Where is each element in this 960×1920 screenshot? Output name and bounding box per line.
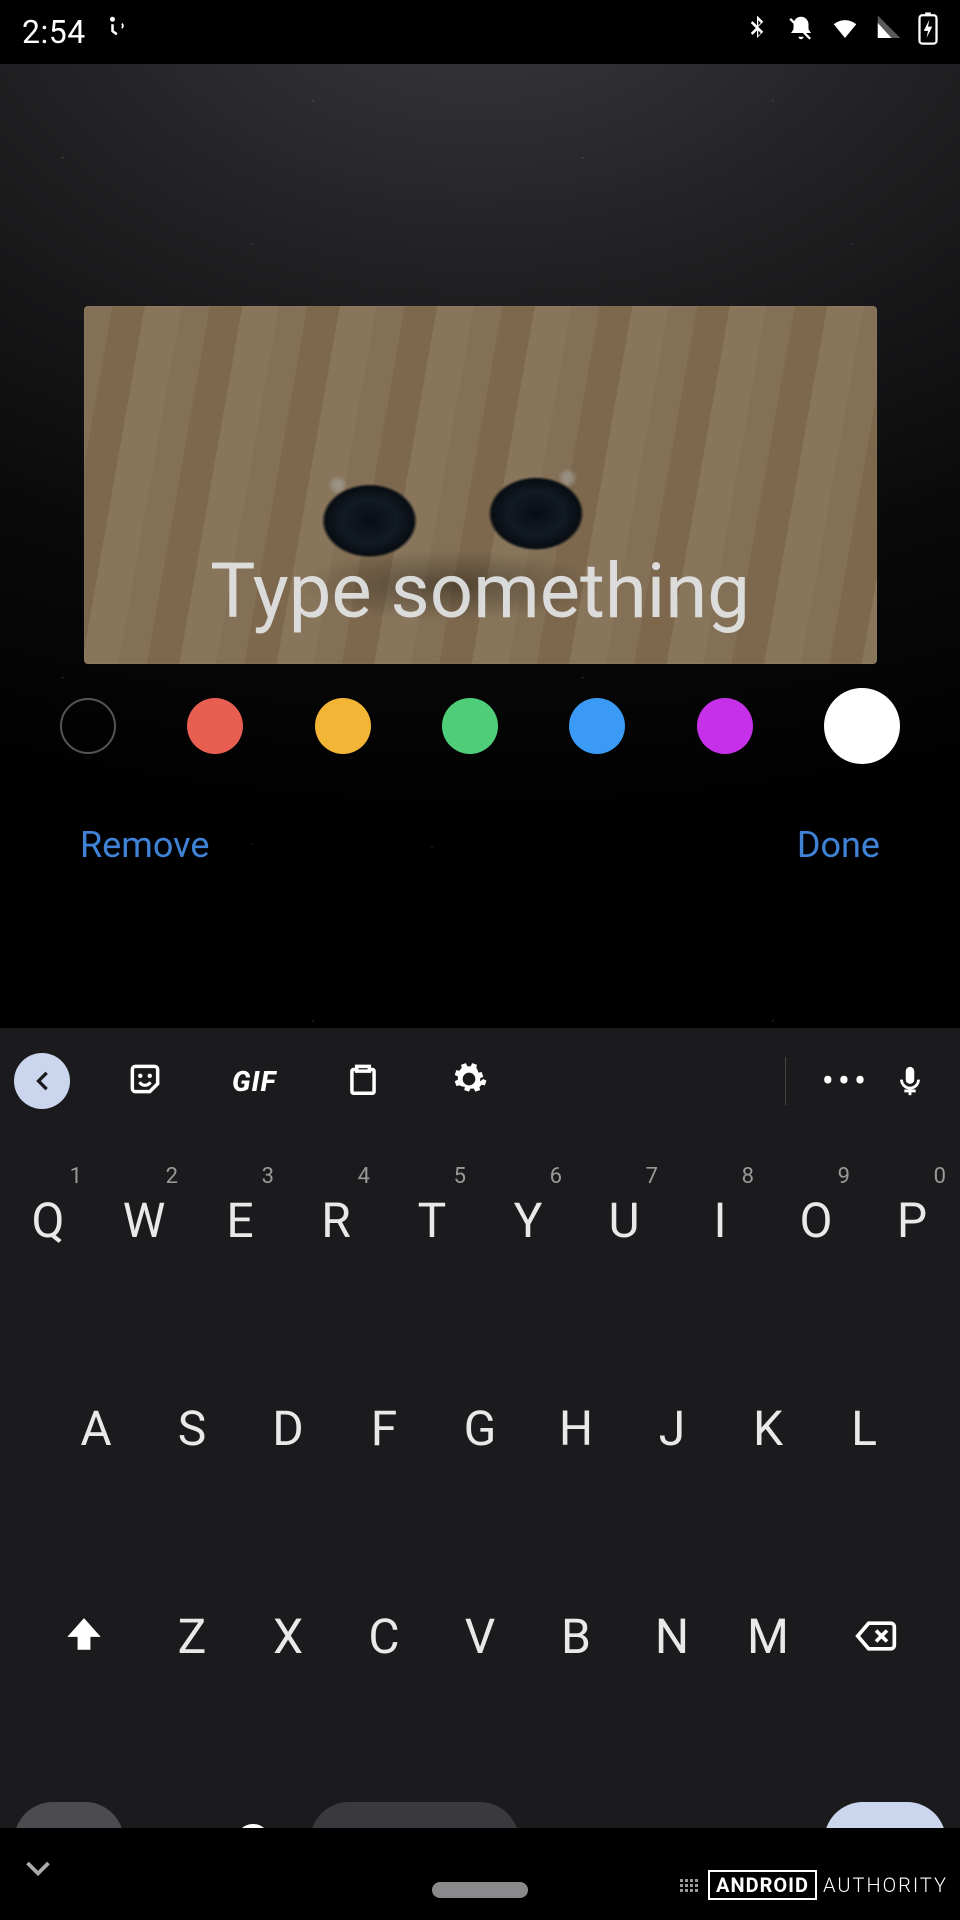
image-preview[interactable]: Type something — [84, 306, 877, 664]
wifi-icon — [830, 13, 860, 51]
navigation-bar: ANDROID AUTHORITY — [0, 1828, 960, 1920]
key-a[interactable]: A — [48, 1364, 144, 1492]
keyboard-collapse-button[interactable] — [14, 1053, 70, 1109]
key-k[interactable]: K — [720, 1364, 816, 1492]
key-g[interactable]: G — [432, 1364, 528, 1492]
key-o[interactable]: 9O — [768, 1156, 864, 1284]
sticker-icon[interactable] — [126, 1060, 164, 1102]
color-swatch-yellow[interactable] — [315, 698, 371, 754]
key-i[interactable]: 8I — [672, 1156, 768, 1284]
color-swatch-red[interactable] — [187, 698, 243, 754]
hide-keyboard-button[interactable] — [20, 1851, 56, 1891]
done-button[interactable]: Done — [797, 824, 880, 866]
color-swatch-black[interactable] — [60, 698, 116, 754]
watermark-brand: ANDROID — [708, 1870, 817, 1900]
key-u[interactable]: 7U — [576, 1156, 672, 1284]
backspace-key[interactable] — [816, 1614, 936, 1658]
key-q[interactable]: 1Q — [0, 1156, 96, 1284]
key-f[interactable]: F — [336, 1364, 432, 1492]
key-p[interactable]: 0P — [864, 1156, 960, 1284]
on-screen-keyboard: GIF ••• 1Q2W3E4R5T6Y7U8I9O0P ASDFGHJKL Z… — [0, 1028, 960, 1920]
settings-icon[interactable] — [450, 1060, 488, 1102]
key-j[interactable]: J — [624, 1364, 720, 1492]
key-c[interactable]: C — [336, 1572, 432, 1700]
watermark-suffix: AUTHORITY — [823, 1873, 948, 1897]
bluetooth-icon — [742, 13, 772, 51]
battery-charging-icon — [918, 11, 938, 53]
status-time: 2:54 — [22, 13, 86, 51]
key-z[interactable]: Z — [144, 1572, 240, 1700]
shift-key[interactable] — [24, 1614, 144, 1658]
color-swatch-magenta[interactable] — [697, 698, 753, 754]
text-overlay-editor: Type something Remove Done — [0, 64, 960, 1028]
gif-button[interactable]: GIF — [232, 1065, 276, 1098]
status-bar: 2:54 — [0, 0, 960, 64]
key-l[interactable]: L — [816, 1364, 912, 1492]
dnd-off-icon — [786, 13, 816, 51]
keyboard-toolbar: GIF ••• — [0, 1028, 960, 1134]
voice-input-button[interactable] — [878, 1064, 942, 1098]
key-y[interactable]: 6Y — [480, 1156, 576, 1284]
key-x[interactable]: X — [240, 1572, 336, 1700]
remove-button[interactable]: Remove — [80, 824, 209, 866]
more-options-button[interactable]: ••• — [814, 1060, 878, 1102]
key-w[interactable]: 2W — [96, 1156, 192, 1284]
color-swatch-blue[interactable] — [569, 698, 625, 754]
key-e[interactable]: 3E — [192, 1156, 288, 1284]
key-h[interactable]: H — [528, 1364, 624, 1492]
gesture-pill[interactable] — [432, 1882, 528, 1898]
cellular-icon — [874, 13, 904, 51]
clipboard-icon[interactable] — [344, 1060, 382, 1102]
touch-indicator-icon — [100, 13, 130, 51]
key-n[interactable]: N — [624, 1572, 720, 1700]
key-t[interactable]: 5T — [384, 1156, 480, 1284]
color-palette — [0, 664, 960, 764]
key-s[interactable]: S — [144, 1364, 240, 1492]
color-swatch-green[interactable] — [442, 698, 498, 754]
watermark: ANDROID AUTHORITY — [680, 1870, 948, 1900]
key-v[interactable]: V — [432, 1572, 528, 1700]
key-b[interactable]: B — [528, 1572, 624, 1700]
key-m[interactable]: M — [720, 1572, 816, 1700]
key-d[interactable]: D — [240, 1364, 336, 1492]
key-r[interactable]: 4R — [288, 1156, 384, 1284]
text-input-placeholder[interactable]: Type something — [84, 546, 877, 636]
color-swatch-white[interactable] — [824, 688, 900, 764]
